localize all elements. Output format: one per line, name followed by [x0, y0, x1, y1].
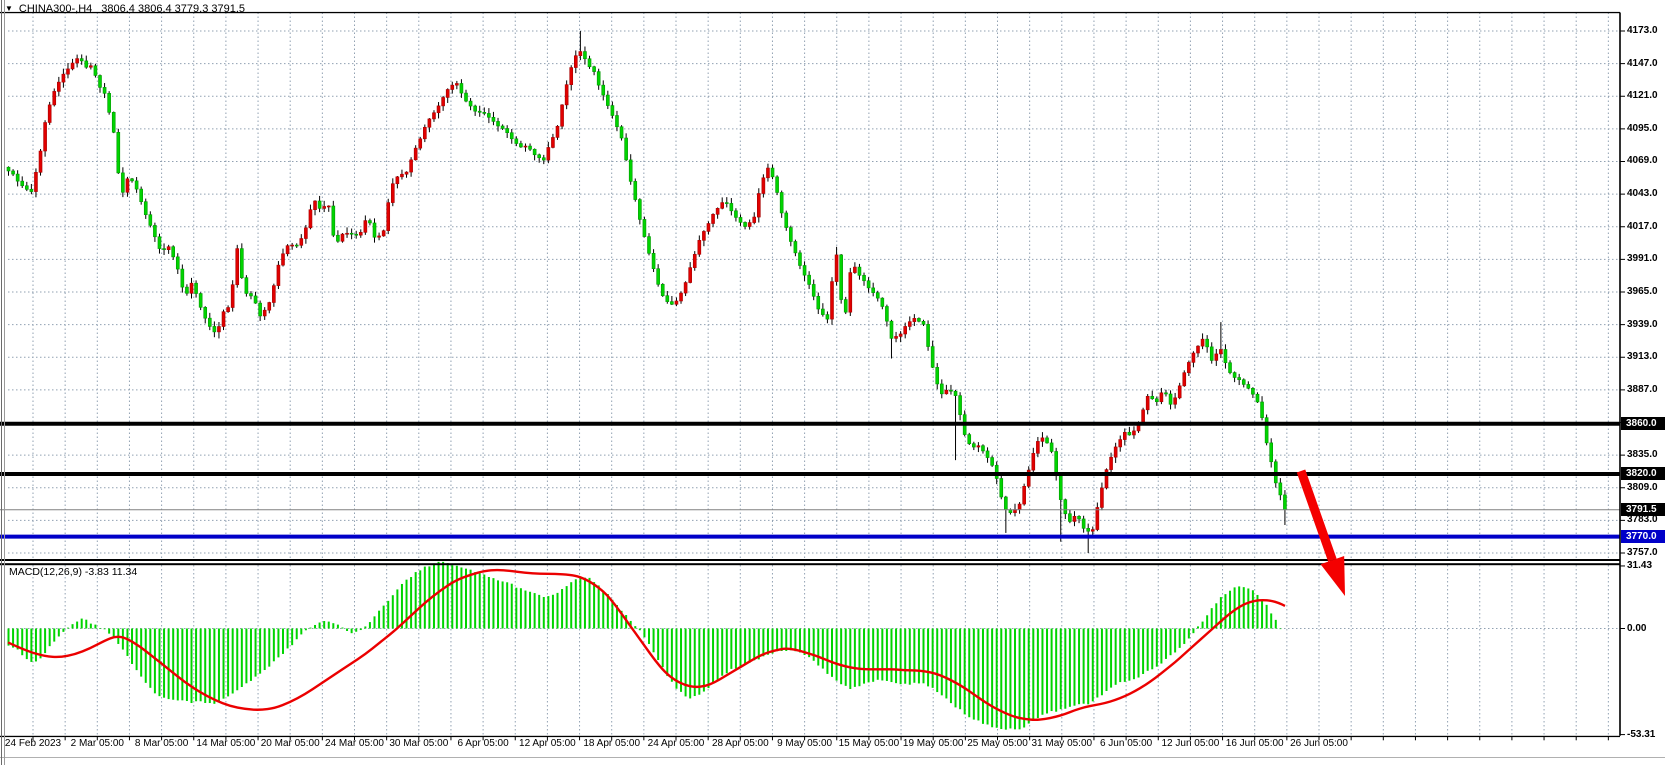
date-tick-label: 24 Apr 05:00	[648, 738, 705, 749]
date-tick-label: 24 Mar 05:00	[325, 738, 384, 749]
date-tick-label: 8 Mar 05:00	[135, 738, 188, 749]
date-tick-label: 14 Mar 05:00	[196, 738, 255, 749]
chart-window: ▼ CHINA300-,H4 3806.4 3806.4 3779.3 3791.5…	[0, 0, 1665, 765]
date-tick-label: 28 Apr 05:00	[712, 738, 769, 749]
symbol-label: CHINA300-,H4	[19, 3, 92, 15]
axis-tick-marks	[33, 31, 1625, 740]
date-tick-label: 15 May 05:00	[839, 738, 900, 749]
date-tick-label: 30 Mar 05:00	[389, 738, 448, 749]
date-tick-label: 18 Apr 05:00	[583, 738, 640, 749]
date-tick-label: 9 May 05:00	[777, 738, 832, 749]
sell-arrow-annotation[interactable]	[1301, 471, 1345, 596]
macd-tick-label: -53.31	[1627, 729, 1655, 740]
date-tick-label: 6 Jun 05:00	[1100, 738, 1152, 749]
macd-tick-label: 0.00	[1627, 623, 1646, 634]
window-left-border	[1, 0, 2, 765]
date-tick-label: 25 May 05:00	[967, 738, 1028, 749]
ohlc-values: 3806.4 3806.4 3779.3 3791.5	[101, 3, 245, 15]
date-tick-label: 19 May 05:00	[903, 738, 964, 749]
date-tick-label: 31 May 05:00	[1031, 738, 1092, 749]
date-tick-label: 24 Feb 2023	[5, 738, 61, 749]
chart-canvas[interactable]	[0, 0, 1665, 765]
macd-bottom-border	[0, 736, 1620, 737]
gridlines	[8, 13, 1620, 736]
symbol-ohlc-line: ▼ CHINA300-,H4 3806.4 3806.4 3779.3 3791.5	[5, 3, 245, 15]
symbol-dropdown-icon[interactable]: ▼	[5, 4, 13, 13]
date-tick-label: 16 Jun 05:00	[1226, 738, 1284, 749]
time-axis[interactable]: 24 Feb 2023 2 Mar 05:00 8 Mar 05:00 14 Mar …	[0, 738, 1620, 754]
macd-indicator-label: MACD(12,26,9) -3.83 11.34	[9, 566, 137, 578]
panel-separator[interactable]	[0, 559, 1620, 561]
window-bottom-border	[0, 757, 1665, 758]
date-tick-label: 6 Apr 05:00	[458, 738, 509, 749]
date-tick-label: 20 Mar 05:00	[261, 738, 320, 749]
date-tick-label: 2 Mar 05:00	[71, 738, 124, 749]
macd-tick-label: 31.43	[1627, 560, 1652, 571]
macd-axis[interactable]: 31.43 0.00 -53.31	[1621, 0, 1665, 765]
panel-separator-2[interactable]	[0, 563, 1620, 565]
window-left-border-inner	[4, 0, 5, 765]
date-tick-label: 12 Jun 05:00	[1161, 738, 1219, 749]
horizontal-level-lines[interactable]	[0, 424, 1620, 537]
date-tick-label: 26 Jun 05:00	[1290, 738, 1348, 749]
date-tick-label: 12 Apr 05:00	[519, 738, 576, 749]
